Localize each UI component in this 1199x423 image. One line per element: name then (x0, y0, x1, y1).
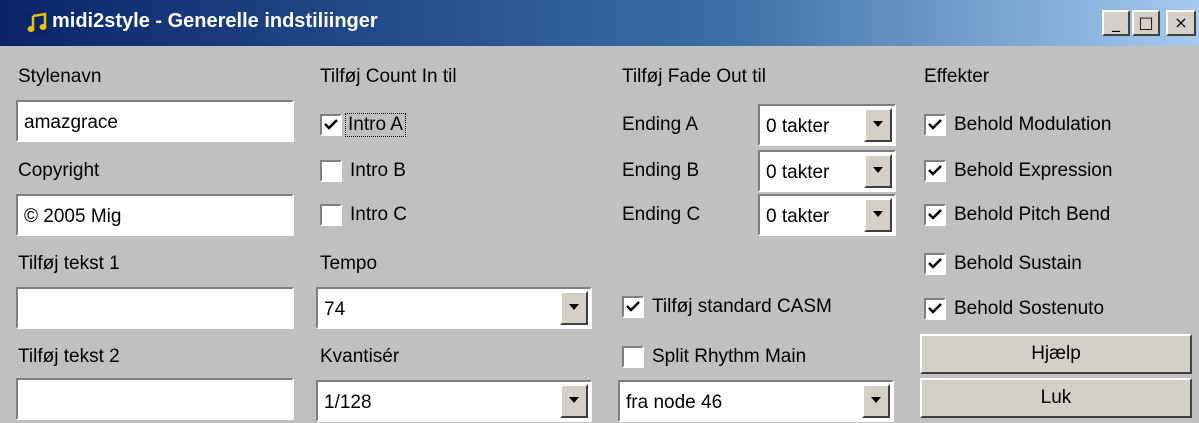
ending-c-value: 0 takter (766, 206, 830, 227)
ending-b-select[interactable]: 0 takter (758, 150, 896, 192)
close-icon: × (1174, 13, 1188, 32)
copyright-input[interactable]: © 2005 Mig (16, 194, 294, 236)
copyright-label: Copyright (18, 160, 100, 181)
quantize-value: 1/128 (324, 392, 372, 413)
text1-label: Tilføj tekst 1 (18, 253, 120, 274)
dropdown-arrow-icon[interactable] (864, 198, 892, 232)
checkmark-icon (928, 258, 942, 269)
ending-b-label: Ending B (622, 160, 700, 181)
ending-a-label: Ending A (622, 114, 699, 135)
maximize-icon: □ (1138, 13, 1154, 32)
pitchbend-label[interactable]: Behold Pitch Bend (954, 204, 1110, 226)
dropdown-arrow-icon[interactable] (560, 384, 588, 418)
tempo-label: Tempo (320, 253, 378, 274)
checkmark-icon (928, 303, 942, 314)
quantize-select[interactable]: 1/128 (316, 380, 592, 422)
intro-b-label[interactable]: Intro B (350, 160, 406, 182)
intro-a-label[interactable]: Intro A (345, 113, 406, 137)
stylename-label: Stylenavn (18, 66, 102, 87)
window-title: midi2style - Generelle indstiliinger (52, 10, 378, 32)
checkmark-icon (626, 301, 640, 312)
expression-label[interactable]: Behold Expression (954, 160, 1112, 182)
tempo-value: 74 (324, 299, 346, 320)
tempo-select[interactable]: 74 (316, 287, 592, 329)
dropdown-arrow-icon[interactable] (862, 384, 890, 418)
quantize-label: Kvantisér (320, 346, 400, 367)
ending-b-value: 0 takter (766, 162, 830, 183)
close-button[interactable]: × (1166, 10, 1196, 36)
expression-checkbox[interactable] (924, 160, 946, 182)
text1-input[interactable] (16, 287, 294, 329)
effects-label: Effekter (924, 66, 990, 87)
modulation-label[interactable]: Behold Modulation (954, 114, 1111, 136)
node-value: fra node 46 (626, 392, 723, 413)
help-button[interactable]: Hjælp (920, 334, 1192, 374)
sustain-label[interactable]: Behold Sustain (954, 253, 1082, 275)
dropdown-arrow-icon[interactable] (560, 291, 588, 325)
title-bar[interactable]: midi2style - Generelle indstiliinger _ □… (0, 0, 1199, 46)
intro-a-checkbox[interactable] (320, 114, 342, 136)
node-select[interactable]: fra node 46 (618, 380, 894, 422)
minimize-button[interactable]: _ (1102, 10, 1130, 36)
ending-a-value: 0 takter (766, 116, 830, 137)
ending-c-label: Ending C (622, 204, 701, 225)
checkmark-icon (928, 119, 942, 130)
split-checkbox[interactable] (622, 346, 644, 368)
close-dialog-button[interactable]: Luk (920, 378, 1192, 418)
dropdown-arrow-icon[interactable] (864, 108, 892, 142)
minimize-icon: _ (1112, 13, 1120, 32)
intro-c-label[interactable]: Intro C (350, 204, 407, 226)
sostenuto-label[interactable]: Behold Sostenuto (954, 298, 1104, 320)
sostenuto-checkbox[interactable] (924, 298, 946, 320)
checkmark-icon (928, 209, 942, 220)
split-label[interactable]: Split Rhythm Main (652, 346, 806, 368)
ending-a-select[interactable]: 0 takter (758, 104, 896, 146)
modulation-checkbox[interactable] (924, 114, 946, 136)
stylename-input[interactable]: amazgrace (16, 100, 294, 142)
music-note-icon (26, 12, 48, 34)
text2-label: Tilføj tekst 2 (18, 346, 120, 367)
casm-checkbox[interactable] (622, 296, 644, 318)
dropdown-arrow-icon[interactable] (864, 154, 892, 188)
ending-c-select[interactable]: 0 takter (758, 194, 896, 236)
intro-b-checkbox[interactable] (320, 160, 342, 182)
pitchbend-checkbox[interactable] (924, 204, 946, 226)
maximize-button[interactable]: □ (1132, 10, 1160, 36)
sustain-checkbox[interactable] (924, 253, 946, 275)
intro-c-checkbox[interactable] (320, 204, 342, 226)
fadeout-label: Tilføj Fade Out til (622, 66, 766, 87)
checkmark-icon (928, 165, 942, 176)
casm-label[interactable]: Tilføj standard CASM (652, 296, 832, 318)
countin-label: Tilføj Count In til (320, 66, 457, 87)
checkmark-icon (324, 119, 338, 130)
text2-input[interactable] (16, 378, 294, 420)
